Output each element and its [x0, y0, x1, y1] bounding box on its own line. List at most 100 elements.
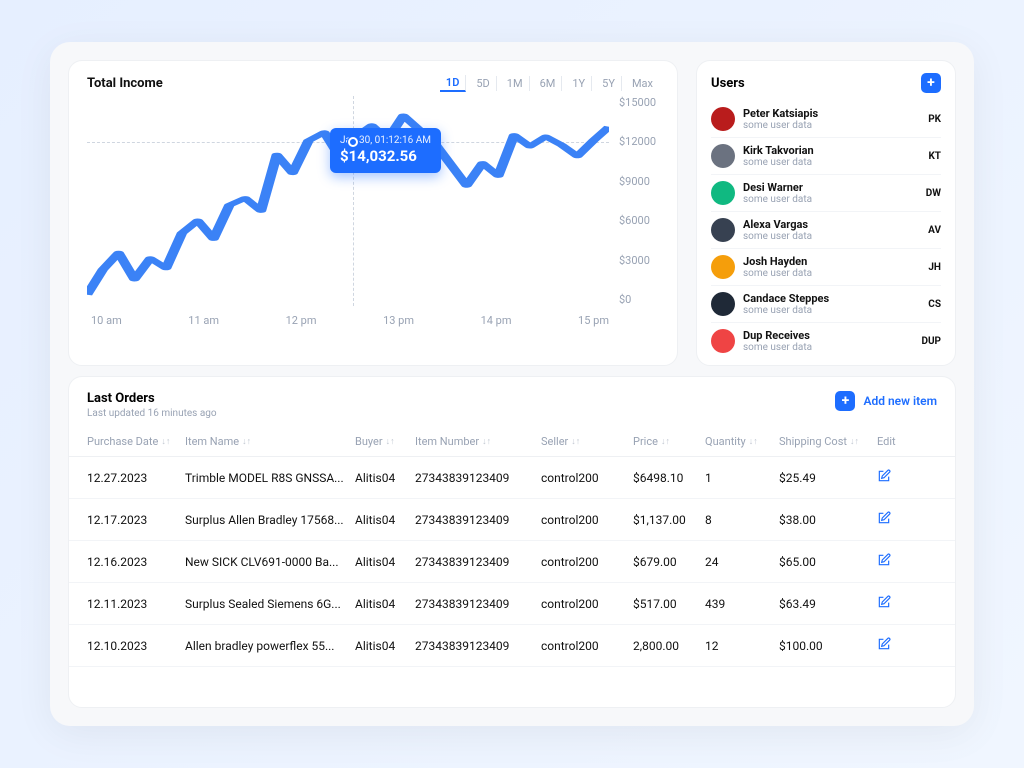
- avatar: [711, 144, 735, 168]
- cell-seller: control200: [541, 471, 633, 485]
- user-row[interactable]: Kirk Takvoriansome user dataKT: [711, 138, 941, 175]
- user-initials: DW: [926, 188, 941, 199]
- cell-buyer: Alitis04: [355, 639, 415, 653]
- column-header[interactable]: Item Name↓↑: [185, 435, 355, 448]
- user-name: Kirk Takvorian: [743, 144, 920, 157]
- y-tick: $9000: [619, 175, 659, 188]
- cell-date: 12.27.2023: [87, 471, 185, 485]
- range-max[interactable]: Max: [626, 76, 659, 91]
- cell-date: 12.16.2023: [87, 555, 185, 569]
- edit-icon[interactable]: [877, 553, 913, 570]
- edit-icon[interactable]: [877, 469, 913, 486]
- cell-price: $1,137.00: [633, 513, 705, 527]
- user-row[interactable]: Josh Haydensome user dataJH: [711, 249, 941, 286]
- x-tick: 12 pm: [286, 314, 317, 327]
- user-row[interactable]: Peter Katsiapissome user dataPK: [711, 101, 941, 138]
- cell-seller: control200: [541, 513, 633, 527]
- cell-buyer: Alitis04: [355, 597, 415, 611]
- cell-qty: 8: [705, 513, 779, 527]
- x-tick: 14 pm: [481, 314, 512, 327]
- x-tick: 15 pm: [578, 314, 609, 327]
- column-header[interactable]: Shipping Cost↓↑: [779, 435, 877, 448]
- orders-title: Last Orders: [87, 391, 217, 406]
- column-header[interactable]: Buyer↓↑: [355, 435, 415, 448]
- dashboard-shell: Total Income 1D5D1M6M1Y5YMax Jan 30, 01:…: [50, 42, 974, 726]
- cell-item-number: 27343839123409: [415, 471, 541, 485]
- user-row[interactable]: Desi Warnersome user dataDW: [711, 175, 941, 212]
- sort-icon: ↓↑: [386, 436, 395, 447]
- orders-card: Last Orders Last updated 16 minutes ago …: [68, 376, 956, 708]
- cell-item-name: New SICK CLV691-0000 Ba...: [185, 555, 355, 569]
- add-item-label: Add new item: [863, 394, 937, 408]
- user-initials: PK: [928, 114, 941, 125]
- sort-icon: ↓↑: [661, 436, 670, 447]
- user-initials: DUP: [921, 336, 941, 347]
- column-header[interactable]: Price↓↑: [633, 435, 705, 448]
- range-1y[interactable]: 1Y: [566, 76, 592, 91]
- add-item-button[interactable]: + Add new item: [835, 391, 937, 411]
- user-row[interactable]: Candace Steppessome user dataCS: [711, 286, 941, 323]
- edit-icon[interactable]: [877, 511, 913, 528]
- cell-item-number: 27343839123409: [415, 639, 541, 653]
- orders-subtitle: Last updated 16 minutes ago: [87, 408, 217, 419]
- cell-ship: $63.49: [779, 597, 877, 611]
- edit-icon[interactable]: [877, 637, 913, 654]
- cell-seller: control200: [541, 639, 633, 653]
- table-row: 12.10.2023Allen bradley powerflex 55...A…: [69, 625, 955, 667]
- user-initials: JH: [928, 262, 941, 273]
- user-name: Candace Steppes: [743, 292, 920, 305]
- user-initials: AV: [928, 225, 941, 236]
- range-5d[interactable]: 5D: [470, 76, 496, 91]
- y-tick: $3000: [619, 254, 659, 267]
- user-sub: some user data: [743, 157, 920, 168]
- range-6m[interactable]: 6M: [534, 76, 563, 91]
- cell-qty: 1: [705, 471, 779, 485]
- cell-ship: $25.49: [779, 471, 877, 485]
- tooltip-value: $14,032.56: [340, 147, 431, 165]
- sort-icon: ↓↑: [161, 436, 170, 447]
- sort-icon: ↓↑: [749, 436, 758, 447]
- range-1d[interactable]: 1D: [440, 75, 466, 92]
- column-header[interactable]: Seller↓↑: [541, 435, 633, 448]
- y-tick: $0: [619, 293, 659, 306]
- orders-table-header: Purchase Date↓↑Item Name↓↑Buyer↓↑Item Nu…: [69, 427, 955, 457]
- column-header[interactable]: Item Number↓↑: [415, 435, 541, 448]
- cell-buyer: Alitis04: [355, 513, 415, 527]
- user-sub: some user data: [743, 268, 920, 279]
- cell-date: 12.10.2023: [87, 639, 185, 653]
- user-sub: some user data: [743, 120, 920, 131]
- plus-icon: +: [835, 391, 855, 411]
- user-row[interactable]: Dup Receivessome user dataDUP: [711, 323, 941, 359]
- avatar: [711, 329, 735, 353]
- cell-buyer: Alitis04: [355, 471, 415, 485]
- cell-seller: control200: [541, 555, 633, 569]
- cell-item-name: Surplus Sealed Siemens 6G...: [185, 597, 355, 611]
- range-1m[interactable]: 1M: [501, 76, 530, 91]
- column-header[interactable]: Purchase Date↓↑: [87, 435, 185, 448]
- y-tick: $12000: [619, 135, 659, 148]
- income-chart-card: Total Income 1D5D1M6M1Y5YMax Jan 30, 01:…: [68, 60, 678, 366]
- user-name: Desi Warner: [743, 181, 918, 194]
- cell-item-number: 27343839123409: [415, 513, 541, 527]
- chart-plot-area[interactable]: Jan 30, 01:12:16 AM $14,032.56: [87, 96, 609, 306]
- avatar: [711, 255, 735, 279]
- avatar: [711, 292, 735, 316]
- avatar: [711, 107, 735, 131]
- cell-date: 12.11.2023: [87, 597, 185, 611]
- add-user-button[interactable]: +: [921, 73, 941, 93]
- cell-price: $6498.10: [633, 471, 705, 485]
- users-title: Users: [711, 76, 745, 91]
- user-row[interactable]: Alexa Vargassome user dataAV: [711, 212, 941, 249]
- user-sub: some user data: [743, 305, 920, 316]
- cell-qty: 24: [705, 555, 779, 569]
- edit-icon[interactable]: [877, 595, 913, 612]
- x-axis-ticks: 10 am11 am12 pm13 pm14 pm15 pm: [87, 306, 659, 327]
- x-tick: 10 am: [91, 314, 122, 327]
- table-row: 12.16.2023New SICK CLV691-0000 Ba...Alit…: [69, 541, 955, 583]
- sort-icon: ↓↑: [850, 436, 859, 447]
- cell-item-name: Surplus Allen Bradley 17568...: [185, 513, 355, 527]
- orders-table-body: 12.27.2023Trimble MODEL R8S GNSSA...Alit…: [69, 457, 955, 667]
- range-5y[interactable]: 5Y: [596, 76, 622, 91]
- table-row: 12.17.2023Surplus Allen Bradley 17568...…: [69, 499, 955, 541]
- column-header[interactable]: Quantity↓↑: [705, 435, 779, 448]
